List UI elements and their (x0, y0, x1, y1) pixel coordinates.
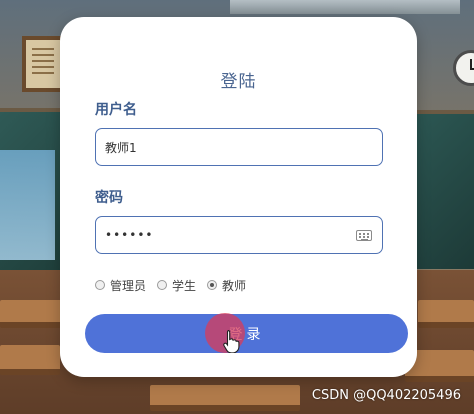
login-title: 登陆 (220, 72, 257, 92)
hand-cursor-icon (223, 329, 240, 353)
password-input[interactable] (105, 217, 345, 253)
role-option-teacher[interactable]: 教师 (207, 277, 246, 294)
role-label-teacher: 教师 (222, 278, 247, 293)
username-input[interactable] (105, 129, 345, 165)
radio-teacher[interactable] (207, 280, 218, 290)
radio-student[interactable] (157, 280, 168, 290)
classroom-window (0, 150, 55, 260)
role-option-student[interactable]: 学生 (157, 277, 196, 294)
blackboard-right (415, 110, 474, 269)
password-label: 密码 (95, 190, 123, 206)
password-field[interactable] (95, 216, 383, 254)
desk (150, 385, 300, 411)
login-card: 登陆 用户名 密码 管理员 学生 教师 登录 (60, 17, 417, 377)
username-label: 用户名 (95, 102, 137, 118)
username-field[interactable] (95, 128, 383, 166)
wall-frame (22, 36, 64, 92)
desk (0, 345, 60, 375)
ceiling-light (230, 0, 460, 14)
desk (418, 300, 474, 328)
role-radio-group: 管理员 学生 教师 (95, 276, 257, 294)
login-button[interactable]: 登录 (85, 314, 408, 353)
role-label-student: 学生 (172, 278, 197, 293)
role-option-admin[interactable]: 管理员 (95, 277, 146, 294)
radio-admin[interactable] (95, 280, 105, 290)
watermark-text: CSDN @QQ402205496 (311, 388, 461, 403)
role-label-admin: 管理员 (110, 278, 147, 293)
keyboard-icon[interactable] (356, 230, 372, 241)
